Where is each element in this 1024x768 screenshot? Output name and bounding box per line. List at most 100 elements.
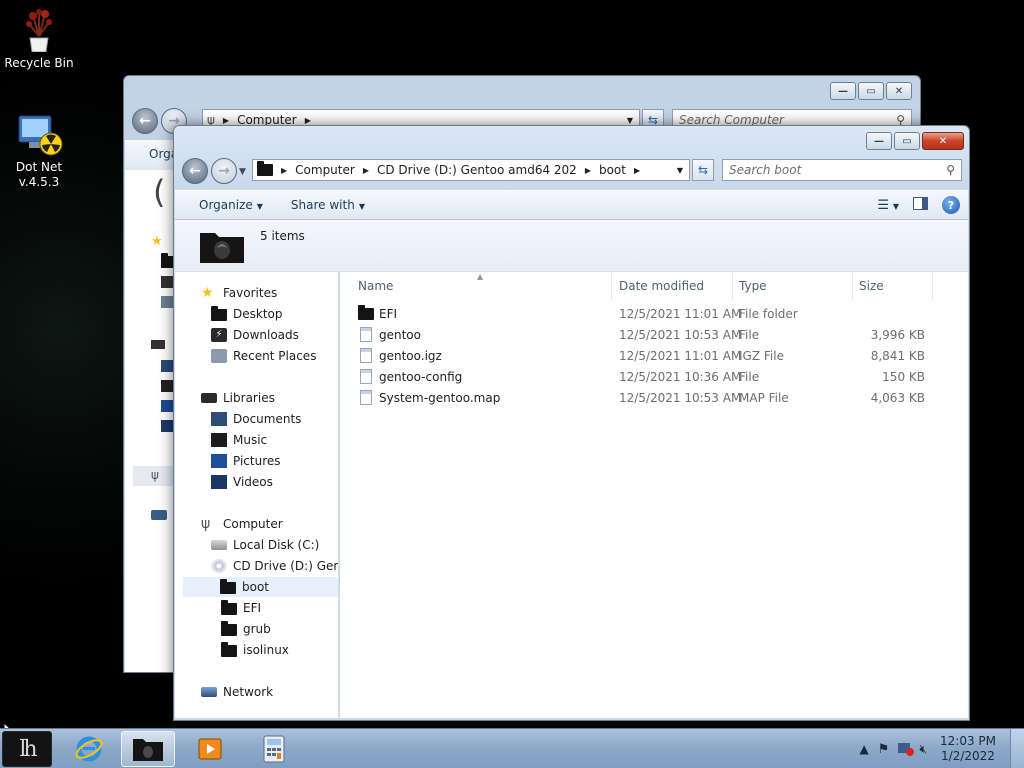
clock[interactable]: 12:03 PM 1/2/2022 (940, 734, 996, 764)
nav-libraries[interactable]: Libraries (201, 388, 275, 408)
pictures-icon (161, 400, 173, 412)
column-header-type[interactable]: Type (733, 272, 853, 300)
chevron-down-icon[interactable]: ▼ (671, 166, 689, 175)
action-center-flag-icon[interactable]: ⚑ (878, 742, 890, 757)
nav-label: Computer (223, 517, 283, 531)
nav-efi[interactable]: EFI (221, 598, 261, 618)
file-size: 8,841 KB (870, 349, 925, 363)
videos-icon (161, 420, 173, 432)
nav-recent-places[interactable]: Recent Places (211, 346, 316, 366)
folder-icon (221, 621, 237, 636)
file-row-gentoo-config[interactable]: gentoo-config 12/5/2021 10:36 AM File 15… (352, 367, 952, 388)
network-status-icon[interactable] (898, 742, 915, 756)
breadcrumb-computer[interactable]: Computer (291, 163, 359, 177)
close-button[interactable]: ✕ (922, 132, 964, 150)
navigation-pane: ★ Favorites Desktop ⚡ Downloads Recent Pla… (175, 272, 339, 718)
refresh-button[interactable]: ⇆ (692, 159, 714, 181)
taskbar-internet-explorer[interactable] (62, 731, 116, 767)
forward-button[interactable]: → (211, 158, 237, 184)
view-controls: ☰ ▼ ? (877, 196, 968, 214)
downloads-icon: ⚡ (211, 328, 227, 342)
file-row-system-gentoo-map[interactable]: System-gentoo.map 12/5/2021 10:53 AM MAP… (352, 388, 952, 409)
nav-label: isolinux (243, 643, 289, 657)
chevron-down-icon[interactable]: ▼ (621, 116, 639, 125)
chevron-right-icon: ▶ (633, 165, 641, 175)
show-hidden-icons-button[interactable]: ▲ (860, 742, 869, 756)
nav-local-disk[interactable]: Local Disk (C:) (211, 535, 319, 555)
nav-documents[interactable]: Documents (211, 409, 301, 429)
file-type: File folder (739, 307, 798, 321)
show-desktop-button[interactable] (1010, 729, 1024, 768)
minimize-button[interactable]: — (830, 82, 856, 100)
file-size: 4,063 KB (870, 391, 925, 405)
help-button[interactable]: ? (942, 196, 960, 214)
media-player-icon (198, 738, 222, 760)
file-size: 3,996 KB (870, 328, 925, 342)
desktop-icon-dotnet[interactable]: Dot Net v.4.5.3 (1, 112, 77, 190)
window-caption-buttons: — ▭ ✕ (866, 132, 964, 150)
nav-cd-drive[interactable]: CD Drive (D:) Gentoo (211, 556, 338, 576)
star-icon: ★ (201, 285, 214, 301)
recent-pages-dropdown[interactable]: ▼ (239, 167, 246, 177)
file-row-efi[interactable]: EFI 12/5/2021 11:01 AM File folder (352, 304, 952, 325)
breadcrumb-cd-drive[interactable]: CD Drive (D:) Gentoo amd64 202 (373, 163, 581, 177)
nav-grub[interactable]: grub (221, 619, 271, 639)
clock-time: 12:03 PM (940, 734, 996, 748)
nav-label: Desktop (233, 307, 283, 321)
nav-network[interactable]: Network (201, 682, 273, 702)
nav-videos[interactable]: Videos (211, 472, 273, 492)
folder-icon (220, 579, 236, 594)
nav-computer[interactable]: ψ Computer (201, 514, 283, 534)
maximize-button[interactable]: ▭ (858, 82, 884, 100)
column-header-size[interactable]: Size (853, 272, 933, 300)
search-input[interactable]: Search boot ⚲ (722, 159, 962, 181)
search-icon: ⚲ (946, 163, 955, 177)
close-button[interactable]: ✕ (886, 82, 912, 100)
preview-pane-icon (913, 197, 928, 210)
file-row-gentoo-igz[interactable]: gentoo.igz 12/5/2021 11:01 AM IGZ File 8… (352, 346, 952, 367)
file-date: 12/5/2021 10:53 AM (619, 328, 742, 342)
videos-icon (211, 475, 227, 489)
share-with-button[interactable]: Share with ▼ (273, 198, 375, 212)
column-header-name[interactable]: Name (352, 272, 612, 300)
clock-date: 1/2/2022 (941, 749, 995, 763)
taskbar: lh ▲ ⚑ 🔇︎ 12:03 PM 1/2/2022 (0, 728, 1024, 768)
minimize-button[interactable]: — (866, 132, 892, 150)
volume-muted-icon[interactable]: 🔇︎ (919, 742, 927, 757)
nav-boot[interactable]: boot (183, 577, 338, 597)
details-view-icon: ☰ (877, 197, 890, 213)
maximize-button[interactable]: ▭ (894, 132, 920, 150)
nav-downloads[interactable]: ⚡ Downloads (211, 325, 299, 345)
back-button[interactable]: ← (182, 158, 208, 184)
taskbar-calculator[interactable] (247, 731, 301, 767)
desktop-icon-recycle-bin[interactable]: Recycle Bin (1, 6, 77, 71)
nav-music[interactable]: Music (211, 430, 267, 450)
nav-desktop[interactable]: Desktop (211, 304, 283, 324)
internet-explorer-icon (75, 736, 103, 762)
nav-favorites[interactable]: ★ Favorites (201, 283, 277, 303)
back-button[interactable]: ← (132, 108, 158, 134)
taskbar-media-player[interactable] (183, 731, 237, 767)
change-view-button[interactable]: ☰ ▼ (877, 198, 899, 213)
nav-isolinux[interactable]: isolinux (221, 640, 289, 660)
nav-label: Favorites (223, 286, 278, 300)
start-button[interactable]: lh (2, 731, 52, 767)
system-tray: ▲ ⚑ 🔇︎ 12:03 PM 1/2/2022 (860, 729, 1024, 768)
nav-label: EFI (243, 601, 262, 615)
nav-pictures[interactable]: Pictures (211, 451, 281, 471)
address-bar[interactable]: ▶ Computer ▶ CD Drive (D:) Gentoo amd64 … (252, 159, 690, 181)
breadcrumb-boot[interactable]: boot (595, 163, 630, 177)
pictures-icon (211, 454, 227, 468)
column-header-date-modified[interactable]: Date modified (613, 272, 733, 300)
organize-label: Organize (199, 198, 253, 212)
file-row-gentoo[interactable]: gentoo 12/5/2021 10:53 AM File 3,996 KB (352, 325, 952, 346)
column-label: Type (739, 279, 767, 293)
local-disk-icon (211, 540, 227, 550)
explorer-window-boot[interactable]: — ▭ ✕ ← → ▼ ▶ Computer ▶ CD Drive (D:) G… (173, 125, 970, 721)
file-name: gentoo-config (379, 370, 463, 384)
preview-pane-button[interactable] (913, 197, 928, 213)
taskbar-windows-explorer[interactable] (121, 731, 175, 767)
file-type: File (739, 370, 760, 384)
organize-button[interactable]: Organize ▼ (175, 198, 273, 212)
chevron-right-icon: ▶ (584, 165, 591, 175)
